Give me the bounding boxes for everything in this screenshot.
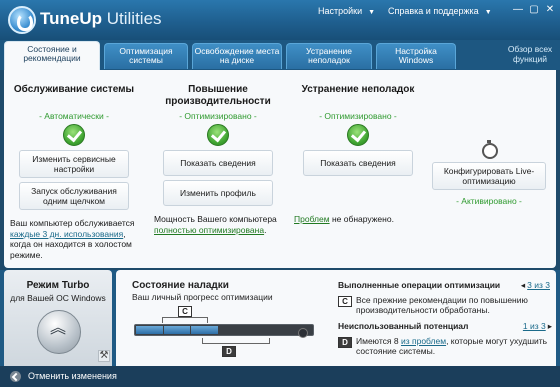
maintenance-description: Ваш компьютер обслуживается каждые 3 дн.… — [10, 218, 135, 260]
all-functions-link[interactable]: Обзор всех функций — [506, 44, 554, 64]
checkmark-icon — [63, 124, 85, 146]
tab-status[interactable]: Состояние и рекомендации — [4, 41, 100, 71]
performance-description: Мощность Вашего компьютера полностью опт… — [154, 214, 277, 235]
one-click-maintenance-button[interactable]: Запуск обслуживания одним щелчком — [19, 182, 129, 210]
performance-details-button[interactable]: Показать сведения — [163, 150, 273, 176]
wrench-icon[interactable]: ⚒ — [98, 350, 110, 362]
unused-potential-item: D Имеются 8 из проблем, которые могут ух… — [338, 336, 552, 356]
bracket-c — [162, 317, 208, 323]
progress-segment — [136, 326, 163, 334]
footer-bar: Отменить изменения — [0, 366, 560, 387]
maintenance-title: Обслуживание системы — [13, 84, 135, 95]
next-arrow-icon[interactable]: ▸ — [548, 321, 552, 331]
tuning-status-panel: Состояние наладки Ваш личный прогресс оп… — [116, 270, 556, 366]
unused-potential-nav[interactable]: 1 из 3 — [523, 321, 546, 331]
tab-optimize[interactable]: Оптимизация системы — [104, 43, 188, 69]
troubleshoot-description: Проблем не обнаружено. — [294, 214, 394, 224]
undo-icon — [10, 371, 21, 382]
turbo-toggle-button[interactable]: ︽ — [37, 310, 81, 354]
bracket-d — [202, 338, 270, 344]
checkmark-icon — [207, 124, 229, 146]
tab-bar: Состояние и рекомендации Оптимизация сис… — [0, 40, 560, 71]
progress-segment — [163, 326, 191, 334]
unused-potential-header: Неиспользованный потенциал 1 из 3 ▸ — [338, 321, 552, 331]
live-status: - Активировано - — [456, 196, 522, 206]
troubleshoot-column: Устранение неполадок - Оптимизировано - … — [288, 70, 428, 225]
problems-of-link[interactable]: из проблем — [401, 336, 446, 346]
progress-end-icon — [298, 328, 308, 338]
chevron-down-icon: ▼ — [368, 9, 376, 16]
tuneup-logo-icon — [8, 6, 36, 34]
marker-c: C — [178, 306, 192, 317]
marker-c: C — [338, 296, 352, 307]
performance-status: - Оптимизировано - — [179, 111, 257, 121]
problems-link[interactable]: Проблем — [294, 214, 330, 224]
chevron-up-icon: ︽ — [50, 320, 66, 337]
chevron-down-icon: ▼ — [484, 9, 492, 16]
completed-ops-item: C Все прежние рекомендации по повышению … — [338, 295, 552, 315]
performance-column: Повышение производительности - Оптимизир… — [148, 70, 288, 235]
troubleshoot-status: - Оптимизировано - — [319, 111, 397, 121]
marker-d: D — [222, 346, 236, 357]
prev-arrow-icon[interactable]: ◂ — [521, 280, 525, 290]
checkmark-icon — [347, 124, 369, 146]
completed-ops-nav[interactable]: 3 из 3 — [527, 280, 550, 290]
troubleshoot-details-button[interactable]: Показать сведения — [303, 150, 413, 176]
tuning-subtitle: Ваш личный прогресс оптимизации — [132, 292, 273, 302]
progress-segment — [191, 326, 218, 334]
tab-free-space[interactable]: Освобождение места на диске — [192, 43, 282, 69]
tuning-progress-bar — [134, 324, 314, 336]
tab-troubleshoot[interactable]: Устранение неполадок — [286, 43, 372, 69]
maintenance-status: - Автоматически - — [39, 111, 109, 121]
turbo-title: Режим Turbo — [26, 280, 90, 291]
change-maintenance-settings-button[interactable]: Изменить сервисные настройки — [19, 150, 129, 178]
live-optimization-box: Конфигурировать Live-оптимизацию - Актив… — [429, 140, 549, 206]
app-title: TuneUp Utilities — [40, 9, 162, 28]
settings-menu[interactable]: Настройки ▼ — [318, 6, 375, 16]
tuning-title: Состояние наладки — [132, 280, 229, 291]
undo-changes-link[interactable]: Отменить изменения — [28, 371, 117, 381]
performance-title: Повышение производительности — [165, 84, 271, 107]
tab-windows[interactable]: Настройка Windows — [376, 43, 456, 69]
help-menu[interactable]: Справка и поддержка ▼ — [388, 6, 492, 16]
maintenance-column: Обслуживание системы - Автоматически - И… — [4, 70, 144, 260]
maintenance-interval-link[interactable]: каждые 3 дн. использования — [10, 229, 123, 239]
close-button[interactable]: ✕ — [542, 3, 558, 17]
title-bar: TuneUp Utilities Настройки ▼ Справка и по… — [0, 0, 560, 40]
optimization-operations: Выполненные операции оптимизации ◂ 3 из 3… — [338, 280, 552, 356]
bottom-section: Режим Turbo для Вашей ОС Windows ︽ ⚒ Сос… — [0, 270, 560, 366]
status-panel: Обслуживание системы - Автоматически - И… — [4, 70, 556, 268]
turbo-subtitle: для Вашей ОС Windows — [10, 293, 106, 303]
configure-live-optimization-button[interactable]: Конфигурировать Live-оптимизацию — [432, 162, 546, 190]
fully-optimized-link[interactable]: полностью оптимизирована — [154, 225, 264, 235]
turbo-panel: Режим Turbo для Вашей ОС Windows ︽ ⚒ — [4, 270, 112, 366]
marker-d: D — [338, 337, 352, 348]
minimize-button[interactable]: — — [510, 3, 526, 17]
maximize-button[interactable]: ▢ — [526, 3, 542, 17]
completed-ops-header: Выполненные операции оптимизации ◂ 3 из 3 — [338, 280, 550, 290]
stopwatch-icon — [481, 140, 498, 159]
change-profile-button[interactable]: Изменить профиль — [163, 180, 273, 206]
troubleshoot-title: Устранение неполадок — [301, 84, 415, 95]
